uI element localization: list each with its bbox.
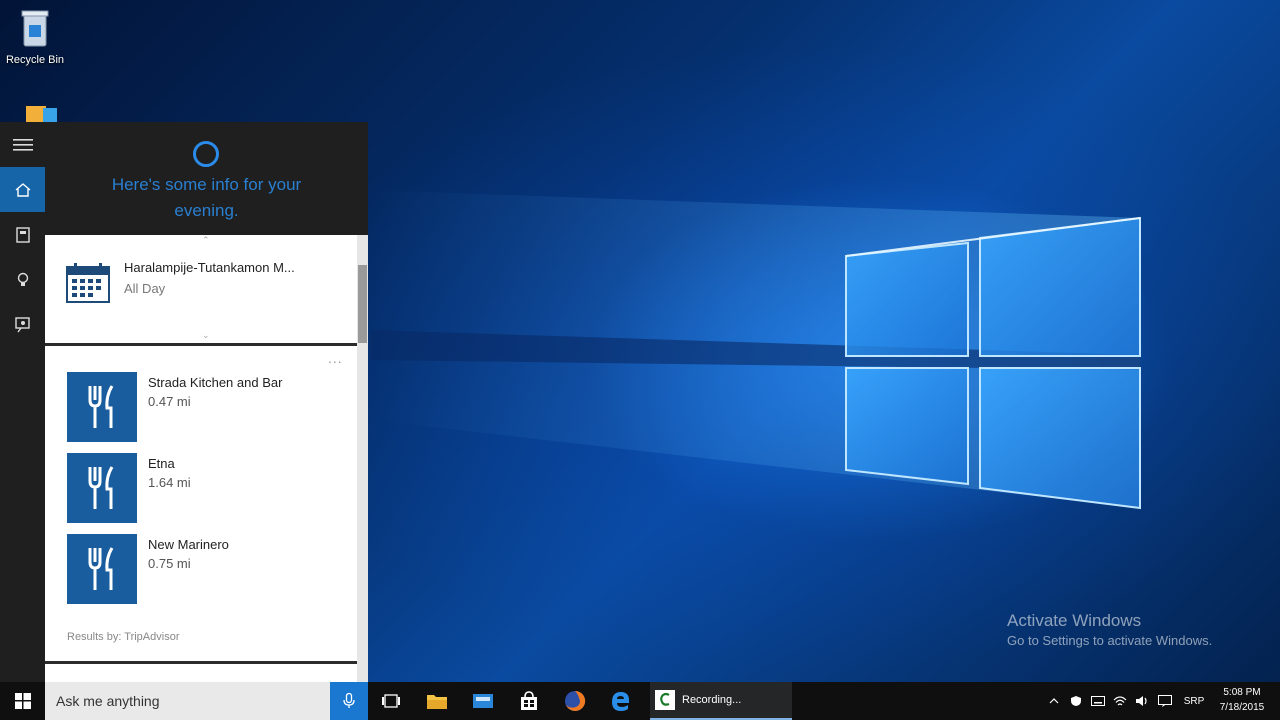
- taskbar: Recording... SRP 5:0: [0, 682, 1280, 720]
- cortana-ring-icon: [193, 141, 219, 167]
- cortana-panel: Here's some info for your evening. ⌃ Har…: [0, 122, 368, 682]
- cortana-content: ⌃ Haralampije-Tutankamon M... All Day ⌄ …: [45, 235, 368, 682]
- volume-icon: [1136, 696, 1147, 706]
- desktop-icon-label: Recycle Bin: [5, 54, 65, 66]
- keyboard-icon: [1091, 696, 1105, 706]
- restaurant-tile: [67, 453, 137, 523]
- rail-feedback-button[interactable]: [0, 302, 45, 347]
- cortana-header: Here's some info for your evening.: [45, 122, 368, 235]
- fork-knife-icon: [88, 385, 114, 428]
- card-divider: [45, 343, 357, 346]
- tray-volume-button[interactable]: [1132, 682, 1152, 720]
- chevron-down-icon: ⌄: [202, 330, 210, 340]
- recycle-bin-icon: [21, 10, 49, 47]
- store-button[interactable]: [506, 682, 552, 720]
- recording-label: Recording...: [682, 694, 742, 706]
- restaurant-name: New Marinero: [148, 537, 229, 552]
- restaurant-item[interactable]: Etna 1.64 mi: [67, 453, 337, 523]
- restaurant-distance: 1.64 mi: [148, 475, 191, 490]
- feedback-icon: [14, 316, 30, 332]
- event-title: Haralampije-Tutankamon M...: [124, 260, 295, 275]
- firefox-button[interactable]: [552, 682, 598, 720]
- restaurants-card: ... Strada Kitchen and Bar 0.47 mi Etna …: [45, 348, 357, 663]
- clock-date: 7/18/2015: [1219, 702, 1265, 713]
- cortana-greeting: Here's some info for your evening.: [111, 175, 302, 220]
- input-language-button[interactable]: SRP: [1180, 682, 1208, 720]
- microphone-button[interactable]: [330, 682, 368, 720]
- restaurant-tile: [67, 534, 137, 604]
- rail-notebook-button[interactable]: [0, 212, 45, 257]
- cortana-scrollbar[interactable]: [357, 235, 368, 682]
- tray-keyboard-button[interactable]: [1088, 682, 1108, 720]
- event-card[interactable]: ⌃ Haralampije-Tutankamon M... All Day ⌄: [45, 235, 357, 345]
- activate-subtitle: Go to Settings to activate Windows.: [1007, 633, 1213, 648]
- task-view-button[interactable]: [368, 682, 414, 720]
- restaurant-distance: 0.75 mi: [148, 556, 191, 571]
- firefox-icon: [565, 690, 586, 711]
- home-icon: [15, 182, 30, 197]
- tray-network-button[interactable]: [1110, 682, 1130, 720]
- activate-title: Activate Windows: [1007, 611, 1142, 630]
- cortana-rail: [0, 122, 45, 682]
- file-explorer-button[interactable]: [414, 682, 460, 720]
- shield-icon: [1071, 696, 1081, 706]
- windows-logo-icon: [14, 693, 31, 709]
- more-options-button[interactable]: ...: [328, 350, 343, 366]
- recorder-icon: [655, 690, 675, 710]
- desktop-icon-recycle-bin[interactable]: Recycle Bin: [0, 8, 70, 66]
- fork-knife-icon: [88, 466, 114, 509]
- edge-icon: [612, 692, 630, 711]
- hamburger-menu-button[interactable]: [0, 122, 45, 167]
- recording-app-button[interactable]: Recording...: [650, 682, 792, 720]
- lightbulb-icon: [17, 272, 28, 286]
- restaurant-name: Strada Kitchen and Bar: [148, 375, 283, 390]
- search-input[interactable]: [56, 693, 316, 709]
- tray-security-button[interactable]: [1066, 682, 1086, 720]
- scrollbar-thumb[interactable]: [358, 265, 367, 343]
- photos-icon: [473, 694, 493, 708]
- card-divider: [45, 661, 357, 664]
- results-source: Results by: TripAdvisor: [67, 631, 180, 643]
- restaurant-item[interactable]: New Marinero 0.75 mi: [67, 534, 337, 604]
- edge-button[interactable]: [598, 682, 644, 720]
- calendar-icon: [66, 263, 110, 303]
- restaurant-tile: [67, 372, 137, 442]
- rail-home-button[interactable]: [0, 167, 45, 212]
- search-box[interactable]: [45, 682, 330, 720]
- event-subtitle: All Day: [124, 281, 166, 296]
- store-icon: [521, 691, 537, 710]
- folder-icon: [427, 695, 447, 709]
- task-view-icon: [382, 694, 400, 708]
- tray-action-center-button[interactable]: [1154, 682, 1176, 720]
- chevron-up-icon: [1049, 698, 1059, 704]
- language-indicator: SRP: [1183, 695, 1205, 707]
- restaurant-distance: 0.47 mi: [148, 394, 191, 409]
- chevron-up-icon: ⌃: [202, 235, 210, 245]
- wifi-icon: [1113, 696, 1127, 706]
- notebook-icon: [15, 226, 30, 243]
- fork-knife-icon: [88, 547, 114, 590]
- restaurant-name: Etna: [148, 456, 175, 471]
- show-hidden-icons-button[interactable]: [1044, 682, 1064, 720]
- hamburger-icon: [12, 138, 33, 151]
- rail-reminders-button[interactable]: [0, 257, 45, 302]
- restaurant-item[interactable]: Strada Kitchen and Bar 0.47 mi: [67, 372, 337, 442]
- photos-app-button[interactable]: [460, 682, 506, 720]
- system-clock[interactable]: 5:08 PM 7/18/2015: [1212, 685, 1272, 715]
- start-button[interactable]: [0, 682, 45, 720]
- clock-time: 5:08 PM: [1223, 687, 1261, 698]
- microphone-icon: [343, 693, 355, 708]
- folder-icon: [26, 106, 57, 122]
- activate-windows-watermark: Activate Windows Go to Settings to activ…: [1007, 611, 1212, 648]
- notification-icon: [1158, 695, 1172, 707]
